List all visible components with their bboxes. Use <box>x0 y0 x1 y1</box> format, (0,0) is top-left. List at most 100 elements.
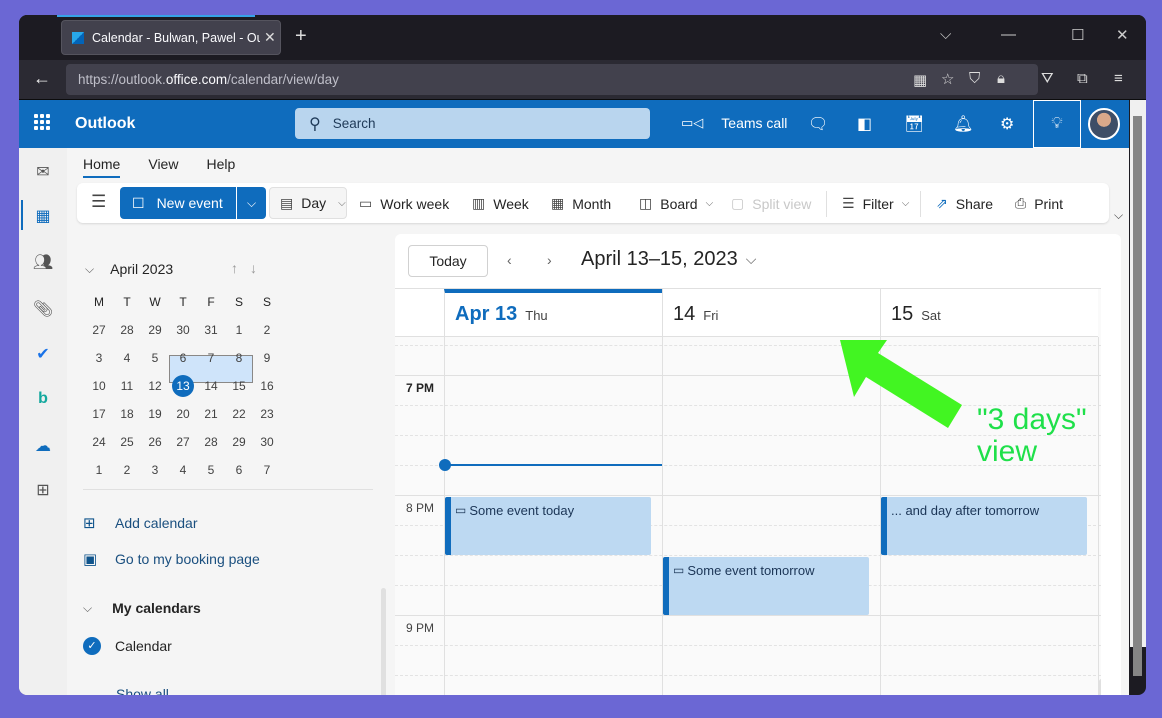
bing-icon[interactable]: b <box>19 390 67 408</box>
close-tab-icon[interactable]: ✕ <box>264 29 276 46</box>
hamburger-menu-icon[interactable]: ☰ <box>91 192 106 212</box>
page-scrollbar-thumb[interactable] <box>1133 116 1142 676</box>
mini-calendar-day[interactable]: 9 <box>253 347 281 369</box>
onedrive-icon[interactable]: ☁ <box>19 436 67 456</box>
mini-calendar-day[interactable]: 4 <box>169 459 197 481</box>
mini-calendar-day[interactable]: 13 <box>169 375 197 397</box>
address-bar[interactable]: https://outlook. office.com/calendar/view… <box>66 64 1038 95</box>
app-name[interactable]: Outlook <box>75 115 135 133</box>
mini-calendar-day[interactable]: 25 <box>113 431 141 453</box>
mini-calendar-day[interactable]: 26 <box>141 431 169 453</box>
mini-calendar-day[interactable]: 29 <box>141 319 169 341</box>
day-header[interactable]: Apr 13 Thu <box>444 289 662 337</box>
grid-icon[interactable]: ▦ <box>913 71 927 89</box>
extensions-icon[interactable]: ⧉ <box>1077 70 1088 87</box>
mini-calendar-day[interactable]: 6 <box>225 459 253 481</box>
mini-calendar-day[interactable]: 20 <box>169 403 197 425</box>
calendar-icon[interactable]: ▦ <box>19 206 67 226</box>
filter-button[interactable]: ☰ Filter ⌵ <box>842 195 909 212</box>
menu-icon[interactable]: ≡ <box>1114 70 1123 87</box>
browser-tab[interactable]: Calendar - Bulwan, Pawel - Out ✕ <box>61 20 281 55</box>
mini-calendar-day[interactable]: 2 <box>253 319 281 341</box>
tab-home[interactable]: Home <box>83 156 121 178</box>
new-event-button[interactable]: ☐ New event ⌵ <box>120 187 266 219</box>
mini-calendar-day[interactable]: 18 <box>113 403 141 425</box>
mini-calendar-day[interactable]: 5 <box>197 459 225 481</box>
mini-calendar-day[interactable]: 27 <box>169 431 197 453</box>
month-button[interactable]: ▦ Month <box>551 195 611 212</box>
mini-calendar-day[interactable]: 22 <box>225 403 253 425</box>
board-button[interactable]: ◫ Board ⌵ <box>639 195 713 212</box>
add-calendar-link[interactable]: ⊞ Add calendar <box>83 514 198 532</box>
teams-call-button[interactable]: ▭◁ Teams call <box>681 115 787 131</box>
mini-calendar-day[interactable]: 31 <box>197 319 225 341</box>
mini-calendar-day[interactable]: 1 <box>85 459 113 481</box>
previous-month-arrow-icon[interactable]: ↑ <box>231 260 250 276</box>
tips-button[interactable]: 💡︎ <box>1033 100 1081 148</box>
gear-icon[interactable]: ⚙ <box>1000 114 1014 134</box>
attachment-icon[interactable]: 📎︎ <box>19 299 67 319</box>
avatar[interactable] <box>1088 108 1120 140</box>
back-button[interactable]: ← <box>33 68 51 89</box>
today-button[interactable]: Today <box>408 245 488 277</box>
shield-icon[interactable]: ⛉ <box>969 70 980 87</box>
maximize-button[interactable]: ☐ <box>1071 26 1084 44</box>
mini-calendar-day[interactable]: 11 <box>113 375 141 397</box>
mail-icon[interactable]: ✉ <box>19 162 67 182</box>
mini-calendar-day[interactable]: 6 <box>169 347 197 369</box>
next-arrow-icon[interactable]: › <box>547 252 552 268</box>
ribbon-expand-icon[interactable]: ⌵ <box>1114 208 1123 223</box>
mini-calendar-day[interactable]: 7 <box>253 459 281 481</box>
show-all-link[interactable]: Show all <box>116 686 169 695</box>
search-input[interactable]: ⚲ Search <box>295 108 650 139</box>
tab-help[interactable]: Help <box>206 156 235 178</box>
mini-calendar-day[interactable]: 1 <box>225 319 253 341</box>
day-dropdown-icon[interactable]: ⌵ <box>338 198 346 209</box>
tab-view[interactable]: View <box>148 156 178 178</box>
mini-calendar-day[interactable]: 3 <box>85 347 113 369</box>
more-apps-icon[interactable]: ⊞ <box>19 480 67 500</box>
mini-calendar-day[interactable]: 28 <box>113 319 141 341</box>
mini-calendar-day[interactable]: 28 <box>197 431 225 453</box>
mini-calendar-day[interactable]: 17 <box>85 403 113 425</box>
pocket-icon[interactable]: ⛛ <box>1041 70 1054 87</box>
mini-calendar-day[interactable]: 29 <box>225 431 253 453</box>
mini-calendar-day[interactable]: 15 <box>225 375 253 397</box>
bell-icon[interactable]: 🔔︎ <box>953 114 973 134</box>
left-pane-scrollbar[interactable] <box>381 588 386 695</box>
date-range-title[interactable]: April 13–15, 2023 ⌵ <box>581 248 756 271</box>
work-week-button[interactable]: ▭ Work week <box>359 195 449 212</box>
day-view-button[interactable]: ▤ Day ⌵ <box>269 187 347 219</box>
list-tabs-icon[interactable]: ⌵ <box>940 26 951 43</box>
booking-page-link[interactable]: ▣ Go to my booking page <box>83 550 260 568</box>
calendar-event[interactable]: ... and day after tomorrow <box>881 497 1087 555</box>
calendar-item[interactable]: ✓ Calendar <box>83 637 172 655</box>
mini-calendar-day[interactable]: 4 <box>113 347 141 369</box>
people-icon[interactable]: 👥︎ <box>19 252 67 272</box>
checkmark-icon[interactable]: ✓ <box>83 637 101 655</box>
onenote-icon[interactable]: ◧ <box>857 114 872 134</box>
mini-calendar-day[interactable]: 3 <box>141 459 169 481</box>
new-event-dropdown-icon[interactable]: ⌵ <box>237 196 266 211</box>
mini-calendar-day[interactable]: 30 <box>169 319 197 341</box>
mini-calendar-day[interactable]: 8 <box>225 347 253 369</box>
mini-calendar-day[interactable]: 19 <box>141 403 169 425</box>
new-tab-button[interactable]: + <box>295 25 307 48</box>
calendar-event[interactable]: ▭ Some event tomorrow <box>663 557 869 615</box>
mini-calendar-month[interactable]: April 2023 <box>110 261 173 277</box>
star-icon[interactable]: ☆ <box>941 70 954 88</box>
share-button[interactable]: ⇗ Share <box>936 195 993 212</box>
mini-calendar-day[interactable]: 27 <box>85 319 113 341</box>
my-calendars-group[interactable]: ⌵ My calendars <box>83 600 201 616</box>
mini-calendar-day[interactable]: 30 <box>253 431 281 453</box>
next-month-arrow-icon[interactable]: ↓ <box>250 260 269 276</box>
mini-calendar-day[interactable]: 5 <box>141 347 169 369</box>
previous-arrow-icon[interactable]: ‹ <box>507 252 512 268</box>
day-header[interactable]: 15 Sat <box>880 289 1098 337</box>
week-button[interactable]: ▥ Week <box>472 195 529 212</box>
todo-icon[interactable]: ✔ <box>19 344 67 364</box>
calendar-event[interactable]: ▭ Some event today <box>445 497 651 555</box>
app-launcher-icon[interactable] <box>34 114 50 130</box>
chat-icon[interactable]: 🗨︎ <box>808 114 828 134</box>
lock-icon[interactable]: 🔒︎ <box>997 70 1005 87</box>
